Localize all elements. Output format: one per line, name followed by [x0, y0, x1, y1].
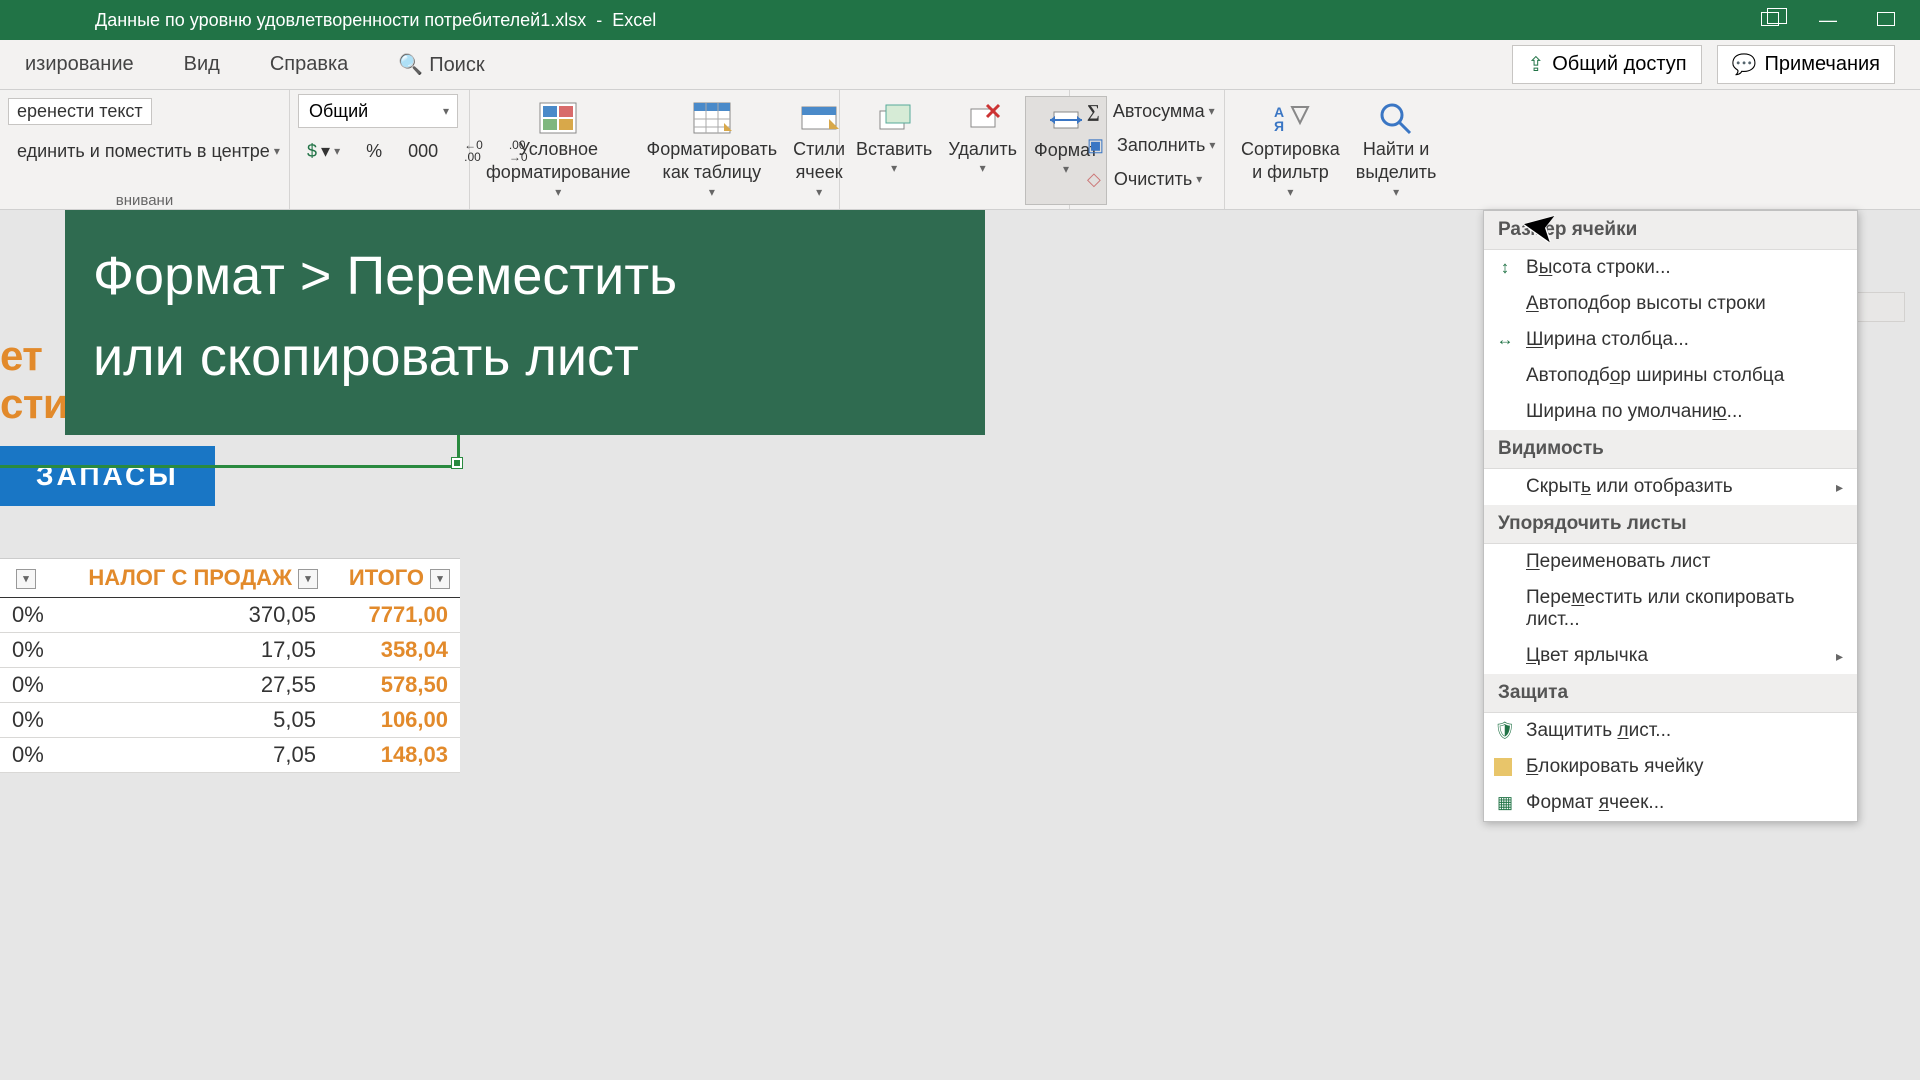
selection-handle[interactable]: [452, 458, 462, 468]
table-row[interactable]: 0%7,05148,03: [0, 738, 460, 773]
document-title: Данные по уровню удовлетворенности потре…: [95, 10, 656, 31]
menu-section-visibility: Видимость: [1484, 430, 1857, 469]
fill-button[interactable]: ▣ Заполнить: [1078, 132, 1224, 159]
tab-view[interactable]: Вид: [159, 53, 245, 76]
title-bar: Данные по уровню удовлетворенности потре…: [0, 0, 1920, 40]
find-icon: [1375, 100, 1417, 136]
comment-icon: 💬: [1732, 52, 1757, 77]
menu-lock-cell[interactable]: Блокировать ячейку: [1484, 749, 1857, 785]
filter-button[interactable]: ▾: [16, 569, 36, 589]
restore-down-icon[interactable]: [1761, 10, 1779, 31]
menu-section-organize-sheets: Упорядочить листы: [1484, 505, 1857, 544]
format-cells-icon: ▦: [1494, 793, 1516, 813]
sort-filter-icon: AЯ: [1269, 100, 1311, 136]
menu-hide-unhide[interactable]: Скрыть или отобразить: [1484, 469, 1857, 505]
wrap-text-button[interactable]: еренести текст: [8, 98, 152, 125]
lock-icon: [1494, 758, 1512, 776]
conditional-formatting-icon: [537, 100, 579, 136]
filter-button[interactable]: ▾: [430, 569, 450, 589]
table-row[interactable]: 0%5,05106,00: [0, 703, 460, 738]
row-height-icon: ↕: [1494, 258, 1516, 278]
number-format-combo[interactable]: Общий: [298, 94, 458, 128]
format-as-table-button[interactable]: Форматировать как таблицу: [639, 96, 786, 204]
clear-button[interactable]: ◇ Очистить: [1078, 166, 1211, 193]
cell-styles-icon: [798, 100, 840, 136]
menu-protect-sheet[interactable]: 🛡Защитить лист...: [1484, 713, 1857, 749]
menu-default-width[interactable]: Ширина по умолчанию...: [1484, 394, 1857, 430]
alignment-group-label: внивани: [116, 192, 173, 209]
filter-button[interactable]: ▾: [298, 569, 318, 589]
share-icon: ⇪: [1527, 52, 1544, 77]
data-table: ▾ НАЛОГ С ПРОДАЖ▾ ИТОГО▾ 0%370,057771,00…: [0, 558, 460, 773]
autosum-button[interactable]: ∑ Автосумма: [1078, 98, 1224, 125]
menu-tab-color[interactable]: Цвет ярлычка: [1484, 638, 1857, 674]
menu-rename-sheet[interactable]: Переименовать лист: [1484, 544, 1857, 580]
ribbon-tabs: изирование Вид Справка 🔍Поиск ⇪ Общий до…: [0, 40, 1920, 90]
menu-section-protection: Защита: [1484, 674, 1857, 713]
insert-icon: [873, 100, 915, 136]
delete-cells-button[interactable]: Удалить: [940, 96, 1025, 205]
delete-icon: [962, 100, 1004, 136]
instruction-callout: Формат > Переместить или скопировать лис…: [65, 210, 985, 435]
currency-button[interactable]: $▾: [298, 138, 349, 165]
search-icon: 🔍: [398, 54, 423, 76]
table-row[interactable]: 0%17,05358,04: [0, 633, 460, 668]
table-row[interactable]: 0%370,057771,00: [0, 598, 460, 633]
comments-button[interactable]: 💬 Примечания: [1717, 45, 1895, 84]
menu-autofit-row[interactable]: Автоподбор высоты строки: [1484, 286, 1857, 322]
menu-format-cells[interactable]: ▦Формат ячеек...: [1484, 785, 1857, 821]
find-select-button[interactable]: Найти и выделить: [1348, 96, 1445, 205]
comma-style-button[interactable]: 000: [399, 138, 447, 165]
tab-help[interactable]: Справка: [245, 53, 373, 76]
inventory-button[interactable]: ЗАПАСЫ: [0, 446, 215, 506]
table-icon: [691, 100, 733, 136]
col-header-total[interactable]: ИТОГО▾: [328, 559, 460, 598]
format-dropdown-menu: ➤ Размер ячейки ↕Высота строки... Автопо…: [1483, 210, 1858, 822]
search-box[interactable]: 🔍Поиск: [373, 52, 509, 77]
col-header-tax[interactable]: НАЛОГ С ПРОДАЖ▾: [56, 559, 328, 598]
svg-text:Я: Я: [1274, 118, 1284, 134]
minimize-icon[interactable]: —: [1819, 10, 1837, 31]
col-width-icon: ↔: [1494, 330, 1516, 350]
maximize-icon[interactable]: [1877, 10, 1895, 31]
percent-button[interactable]: %: [357, 138, 391, 165]
sort-filter-button[interactable]: AЯ Сортировка и фильтр: [1233, 96, 1348, 205]
ribbon: еренести текст единить и поместить в цен…: [0, 90, 1920, 210]
menu-col-width[interactable]: ↔Ширина столбца...: [1484, 322, 1857, 358]
tab-review-partial[interactable]: изирование: [0, 53, 159, 76]
conditional-formatting-button[interactable]: Условное форматирование: [478, 96, 639, 204]
table-row[interactable]: 0%27,55578,50: [0, 668, 460, 703]
menu-move-copy-sheet[interactable]: Переместить или скопировать лист...: [1484, 580, 1857, 638]
menu-autofit-col[interactable]: Автоподбор ширины столбца: [1484, 358, 1857, 394]
share-button[interactable]: ⇪ Общий доступ: [1512, 45, 1701, 84]
merge-center-button[interactable]: единить и поместить в центре: [8, 138, 289, 165]
protect-icon: 🛡: [1494, 721, 1516, 741]
worksheet-area[interactable]: P етсти ЗАПАСЫ ▾ НАЛОГ С ПРОДАЖ▾ ИТОГО▾ …: [0, 210, 1920, 1080]
menu-row-height[interactable]: ↕Высота строки...: [1484, 250, 1857, 286]
insert-cells-button[interactable]: Вставить: [848, 96, 940, 205]
